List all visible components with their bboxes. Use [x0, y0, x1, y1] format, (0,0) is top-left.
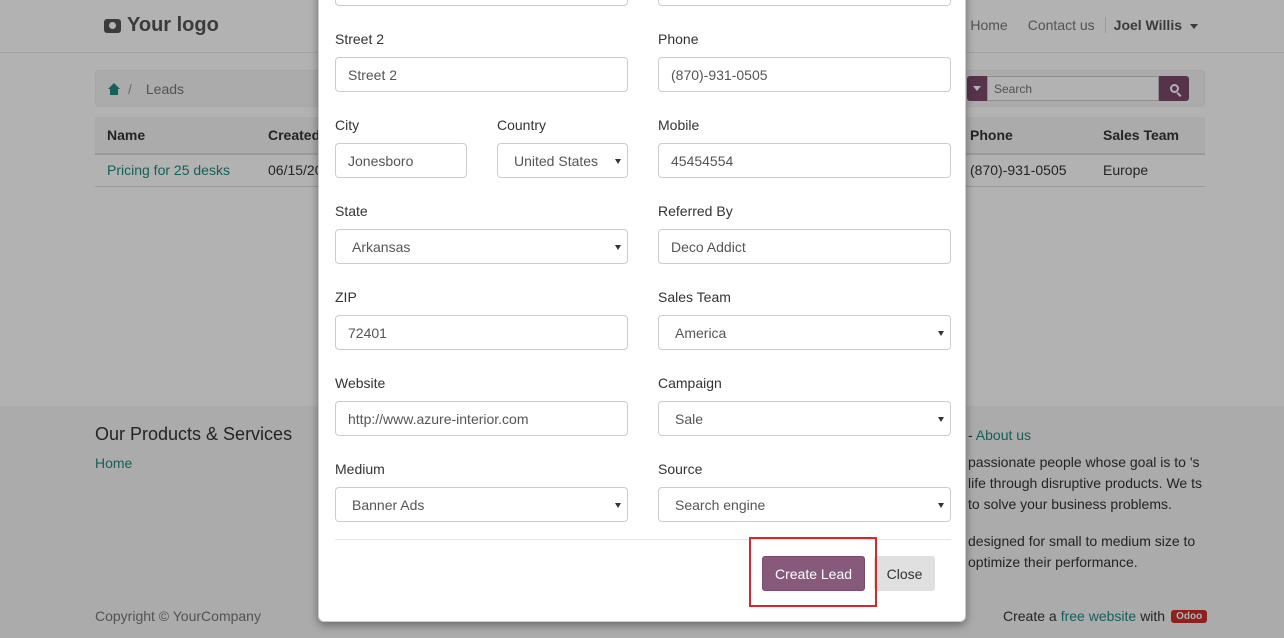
referred-by-input[interactable]: Deco Addict [658, 229, 951, 264]
close-button[interactable]: Close [874, 556, 935, 591]
phone-label: Phone [658, 31, 699, 47]
street-input-partial[interactable] [335, 0, 628, 6]
country-select[interactable]: United States [497, 143, 628, 178]
zip-label: ZIP [335, 289, 357, 305]
create-lead-modal: Street 2 Street 2 Phone (870)-931-0505 C… [318, 0, 966, 622]
sales-team-label: Sales Team [658, 289, 731, 305]
highlight-box [749, 537, 877, 607]
phone-input[interactable]: (870)-931-0505 [658, 57, 951, 92]
street2-input[interactable]: Street 2 [335, 57, 628, 92]
mobile-label: Mobile [658, 117, 700, 133]
state-label: State [335, 203, 368, 219]
city-label: City [335, 117, 360, 133]
campaign-label: Campaign [658, 375, 722, 391]
medium-label: Medium [335, 461, 385, 477]
country-label: Country [497, 117, 547, 133]
city-input[interactable]: Jonesboro [335, 143, 467, 178]
mobile-input[interactable]: 45454554 [658, 143, 951, 178]
campaign-select[interactable]: Sale [658, 401, 951, 436]
sales-team-select[interactable]: America [658, 315, 951, 350]
zip-input[interactable]: 72401 [335, 315, 628, 350]
medium-select[interactable]: Banner Ads [335, 487, 628, 522]
street2-label: Street 2 [335, 31, 385, 47]
referred-by-label: Referred By [658, 203, 733, 219]
state-select[interactable]: Arkansas [335, 229, 628, 264]
source-select[interactable]: Search engine [658, 487, 951, 522]
website-input[interactable]: http://www.azure-interior.com [335, 401, 628, 436]
website-label: Website [335, 375, 386, 391]
email-input-partial[interactable] [658, 0, 951, 6]
source-label: Source [658, 461, 703, 477]
